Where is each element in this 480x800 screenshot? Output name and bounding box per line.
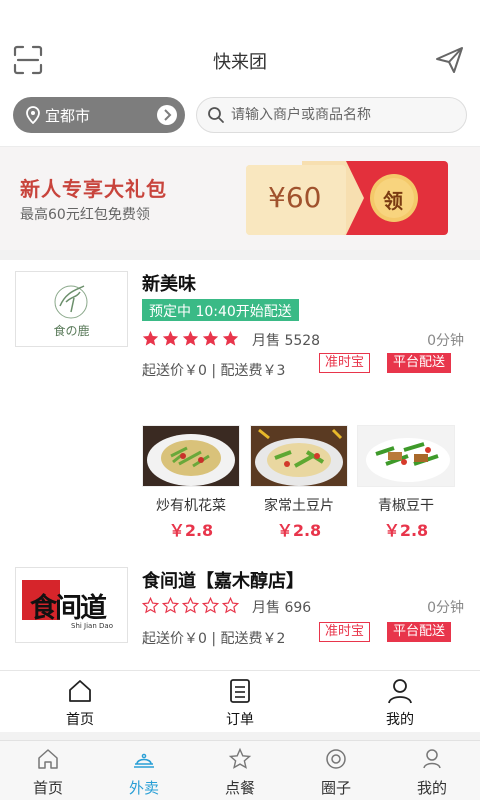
tab-takeout[interactable]: 外卖 (96, 747, 192, 798)
search-icon (208, 107, 224, 123)
location-selector[interactable]: 宜都市 (13, 97, 185, 133)
dish-name: 炒有机花菜 (156, 498, 226, 514)
shop-name: 食间道【嘉木醇店】 (142, 571, 304, 592)
circle-icon (326, 749, 346, 769)
search-input[interactable] (231, 107, 451, 123)
shop-card[interactable]: 食の鹿 新美味 预定中 10:40开始配送 月售 5528 0分钟 起送价￥0 … (0, 260, 480, 420)
delivery-fee: 起送价￥0 | 配送费￥3 (142, 363, 286, 379)
dish-image (250, 425, 348, 487)
subnav-mine[interactable]: 我的 (360, 677, 440, 729)
tab-home[interactable]: 首页 (0, 747, 96, 798)
page-title: 快来团 (213, 52, 267, 73)
star-outline-icon (142, 597, 159, 614)
star-icon (162, 330, 179, 346)
delivery-time: 0分钟 (427, 333, 464, 349)
tab-label: 我的 (416, 779, 447, 797)
subnav-label: 订单 (226, 712, 254, 728)
shop-logo: 食间道 Shi Jian Dao (15, 567, 128, 643)
cloche-icon (134, 753, 154, 768)
star-icon (182, 330, 199, 346)
tab-circle[interactable]: 圈子 (288, 747, 384, 798)
coupon-amount: ¥60 (268, 181, 322, 214)
bottom-tab-bar: 首页 外卖 点餐 圈子 我的 (0, 740, 480, 800)
star-icon (142, 330, 159, 346)
tab-label: 圈子 (320, 779, 351, 797)
star-icon (228, 747, 252, 769)
monthly-sales: 月售 5528 (252, 333, 321, 349)
dish-price: ￥2.8 (276, 521, 322, 540)
dish-image (357, 425, 455, 487)
sub-navigation: 首页 订单 我的 (0, 670, 480, 732)
dish-item[interactable]: 青椒豆干 ￥2.8 (357, 425, 455, 541)
location-pin-icon (26, 106, 40, 124)
preorder-badge: 预定中 10:40开始配送 (142, 299, 299, 321)
shop-logo-text: 食の鹿 (53, 324, 90, 338)
dish-item[interactable]: 炒有机花菜 ￥2.8 (142, 425, 240, 541)
coupon-graphic[interactable]: ¥60 领 (246, 161, 450, 239)
star-icon (202, 330, 219, 346)
dish-name: 家常土豆片 (264, 498, 334, 514)
new-user-banner[interactable]: 新人专享大礼包 最高60元红包免费领 ¥60 领 (0, 146, 480, 250)
ontime-tag: 准时宝 (319, 353, 371, 373)
chevron-right-icon (157, 105, 177, 125)
dish-image (142, 425, 240, 487)
tab-order-food[interactable]: 点餐 (192, 747, 288, 798)
dish-price: ￥2.8 (383, 521, 429, 540)
ontime-tag: 准时宝 (319, 622, 371, 642)
location-label: 宜都市 (45, 106, 91, 125)
tab-label: 外卖 (128, 779, 159, 797)
shop-card[interactable]: 食间道 Shi Jian Dao 食间道【嘉木醇店】 月售 696 0分钟 起送… (0, 556, 480, 666)
star-outline-icon (222, 597, 239, 614)
order-icon (230, 679, 250, 703)
shop-name: 新美味 (142, 274, 196, 295)
tab-label: 首页 (32, 779, 63, 797)
shop-logo: 食の鹿 (15, 271, 128, 347)
star-outline-icon (202, 597, 219, 614)
rating-stars (142, 597, 239, 614)
dish-name: 青椒豆干 (378, 498, 434, 514)
user-icon (388, 679, 412, 704)
banner-subtitle: 最高60元红包免费领 (20, 207, 150, 223)
star-outline-icon (162, 597, 179, 614)
tab-label: 点餐 (224, 779, 255, 797)
section-divider (0, 250, 480, 260)
star-outline-icon (182, 597, 199, 614)
home-icon (69, 680, 91, 702)
rating-stars (142, 330, 239, 347)
dish-price: ￥2.8 (168, 521, 214, 540)
subnav-home[interactable]: 首页 (40, 677, 120, 729)
user-icon (423, 749, 441, 769)
subnav-orders[interactable]: 订单 (200, 677, 280, 729)
home-icon (38, 749, 58, 769)
search-bar[interactable] (196, 97, 467, 133)
delivery-fee: 起送价￥0 | 配送费￥2 (142, 631, 286, 647)
section-divider (0, 732, 480, 740)
platform-delivery-tag: 平台配送 (387, 353, 452, 373)
subnav-label: 首页 (66, 712, 94, 728)
tab-mine[interactable]: 我的 (384, 747, 480, 798)
monthly-sales: 月售 696 (252, 600, 312, 616)
subnav-label: 我的 (386, 712, 414, 728)
send-icon[interactable] (434, 44, 466, 76)
shop-logo-text: 食间道 (30, 593, 107, 624)
platform-delivery-tag: 平台配送 (387, 622, 452, 642)
dish-list: 炒有机花菜 ￥2.8 家常土豆片 ￥2.8 青椒豆干 ￥2.8 (142, 425, 462, 540)
dish-item[interactable]: 家常土豆片 ￥2.8 (250, 425, 348, 541)
delivery-time: 0分钟 (427, 600, 464, 616)
claim-button[interactable]: 领 (383, 185, 403, 214)
banner-title: 新人专享大礼包 (20, 177, 167, 201)
shop-logo-subtext: Shi Jian Dao (71, 622, 113, 630)
star-icon (222, 330, 239, 346)
app-header: 快来团 (0, 0, 480, 92)
